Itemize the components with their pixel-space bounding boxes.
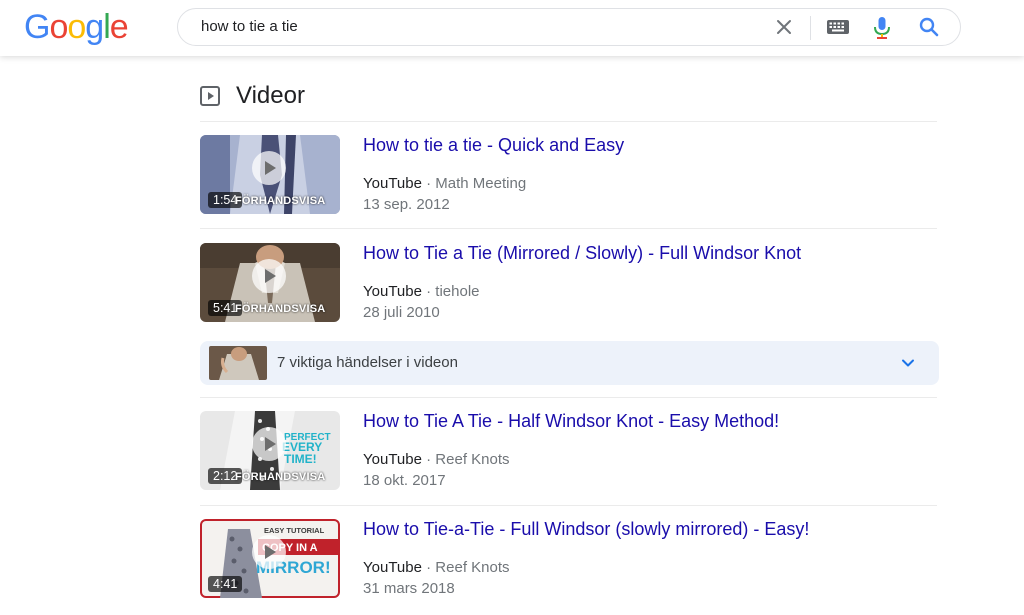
divider [200,121,937,122]
key-moments-label[interactable]: 7 viktiga händelser i videon [277,354,458,371]
meta-separator: · [426,175,432,192]
video-thumbnail[interactable]: 1:54 FÖRHANDSVISA [200,135,340,214]
video-meta: YouTube · Reef Knots [363,559,510,576]
keyboard-icon[interactable] [826,18,850,36]
key-moments-expander[interactable]: 7 viktiga händelser i videon [200,341,939,385]
video-thumbnail[interactable]: PERFECT EVERY TIME! 2:12 FÖRHANDSVISA [200,411,340,490]
video-title-link[interactable]: How to tie a tie - Quick and Easy [363,135,624,156]
top-bar: Google how to tie a tie [0,0,1024,56]
logo-letter: G [24,8,50,46]
video-date: 18 okt. 2017 [363,472,446,489]
video-source: YouTube [363,175,422,192]
video-channel: Reef Knots [435,559,510,576]
video-title-link[interactable]: How to Tie A Tie - Half Windsor Knot - E… [363,411,779,432]
video-source: YouTube [363,451,422,468]
video-result[interactable]: 5:41 FÖRHANDSVISA How to Tie a Tie (Mirr… [200,243,937,339]
search-input[interactable]: how to tie a tie [201,18,298,35]
video-result[interactable]: 1:54 FÖRHANDSVISA How to tie a tie - Qui… [200,135,937,231]
search-divider [810,16,811,40]
video-meta: YouTube · tiehole [363,283,480,300]
logo-letter: o [49,8,68,46]
thumb-text: TIME! [284,452,317,466]
preview-label[interactable]: FÖRHANDSVISA [235,195,325,207]
video-channel: tiehole [435,283,480,300]
video-date: 13 sep. 2012 [363,196,450,213]
thumb-text: EASY TUTORIAL [264,526,325,535]
key-moments-thumbnail [209,346,267,380]
video-meta: YouTube · Math Meeting [363,175,526,192]
video-title-link[interactable]: How to Tie a Tie (Mirrored / Slowly) - F… [363,243,801,264]
video-source: YouTube [363,559,422,576]
logo-letter: g [85,8,104,46]
meta-separator: · [426,451,432,468]
video-source: YouTube [363,283,422,300]
logo-letter: o [67,8,86,46]
video-thumbnail[interactable]: EASY TUTORIAL COPY IN A MIRROR! 4:41 [200,519,340,598]
search-icon[interactable] [918,16,940,38]
play-icon[interactable] [252,427,286,461]
search-box[interactable]: how to tie a tie [177,8,961,46]
divider [200,397,937,398]
video-result[interactable]: EASY TUTORIAL COPY IN A MIRROR! 4:41 How… [200,519,937,615]
video-channel: Reef Knots [435,451,510,468]
google-logo[interactable]: Google [24,7,129,47]
preview-label[interactable]: FÖRHANDSVISA [235,471,325,483]
microphone-icon[interactable] [872,16,892,40]
preview-label[interactable]: FÖRHANDSVISA [235,303,325,315]
video-channel: Math Meeting [435,175,527,192]
play-icon[interactable] [252,535,286,569]
divider [200,228,937,229]
video-date: 31 mars 2018 [363,580,455,597]
logo-letter: e [109,8,129,46]
meta-separator: · [426,559,432,576]
close-icon[interactable] [774,17,794,37]
video-thumbnail[interactable]: 5:41 FÖRHANDSVISA [200,243,340,322]
section-title: Videor [236,82,305,109]
video-play-icon [200,86,220,106]
video-meta: YouTube · Reef Knots [363,451,510,468]
video-duration: 4:41 [208,576,243,592]
video-title-link[interactable]: How to Tie-a-Tie - Full Windsor (slowly … [363,519,809,540]
play-icon[interactable] [252,151,286,185]
video-date: 28 juli 2010 [363,304,440,321]
meta-separator: · [426,283,432,300]
play-icon[interactable] [252,259,286,293]
video-result[interactable]: PERFECT EVERY TIME! 2:12 FÖRHANDSVISA Ho… [200,411,937,507]
chevron-down-icon[interactable] [900,355,916,371]
divider [200,505,937,506]
